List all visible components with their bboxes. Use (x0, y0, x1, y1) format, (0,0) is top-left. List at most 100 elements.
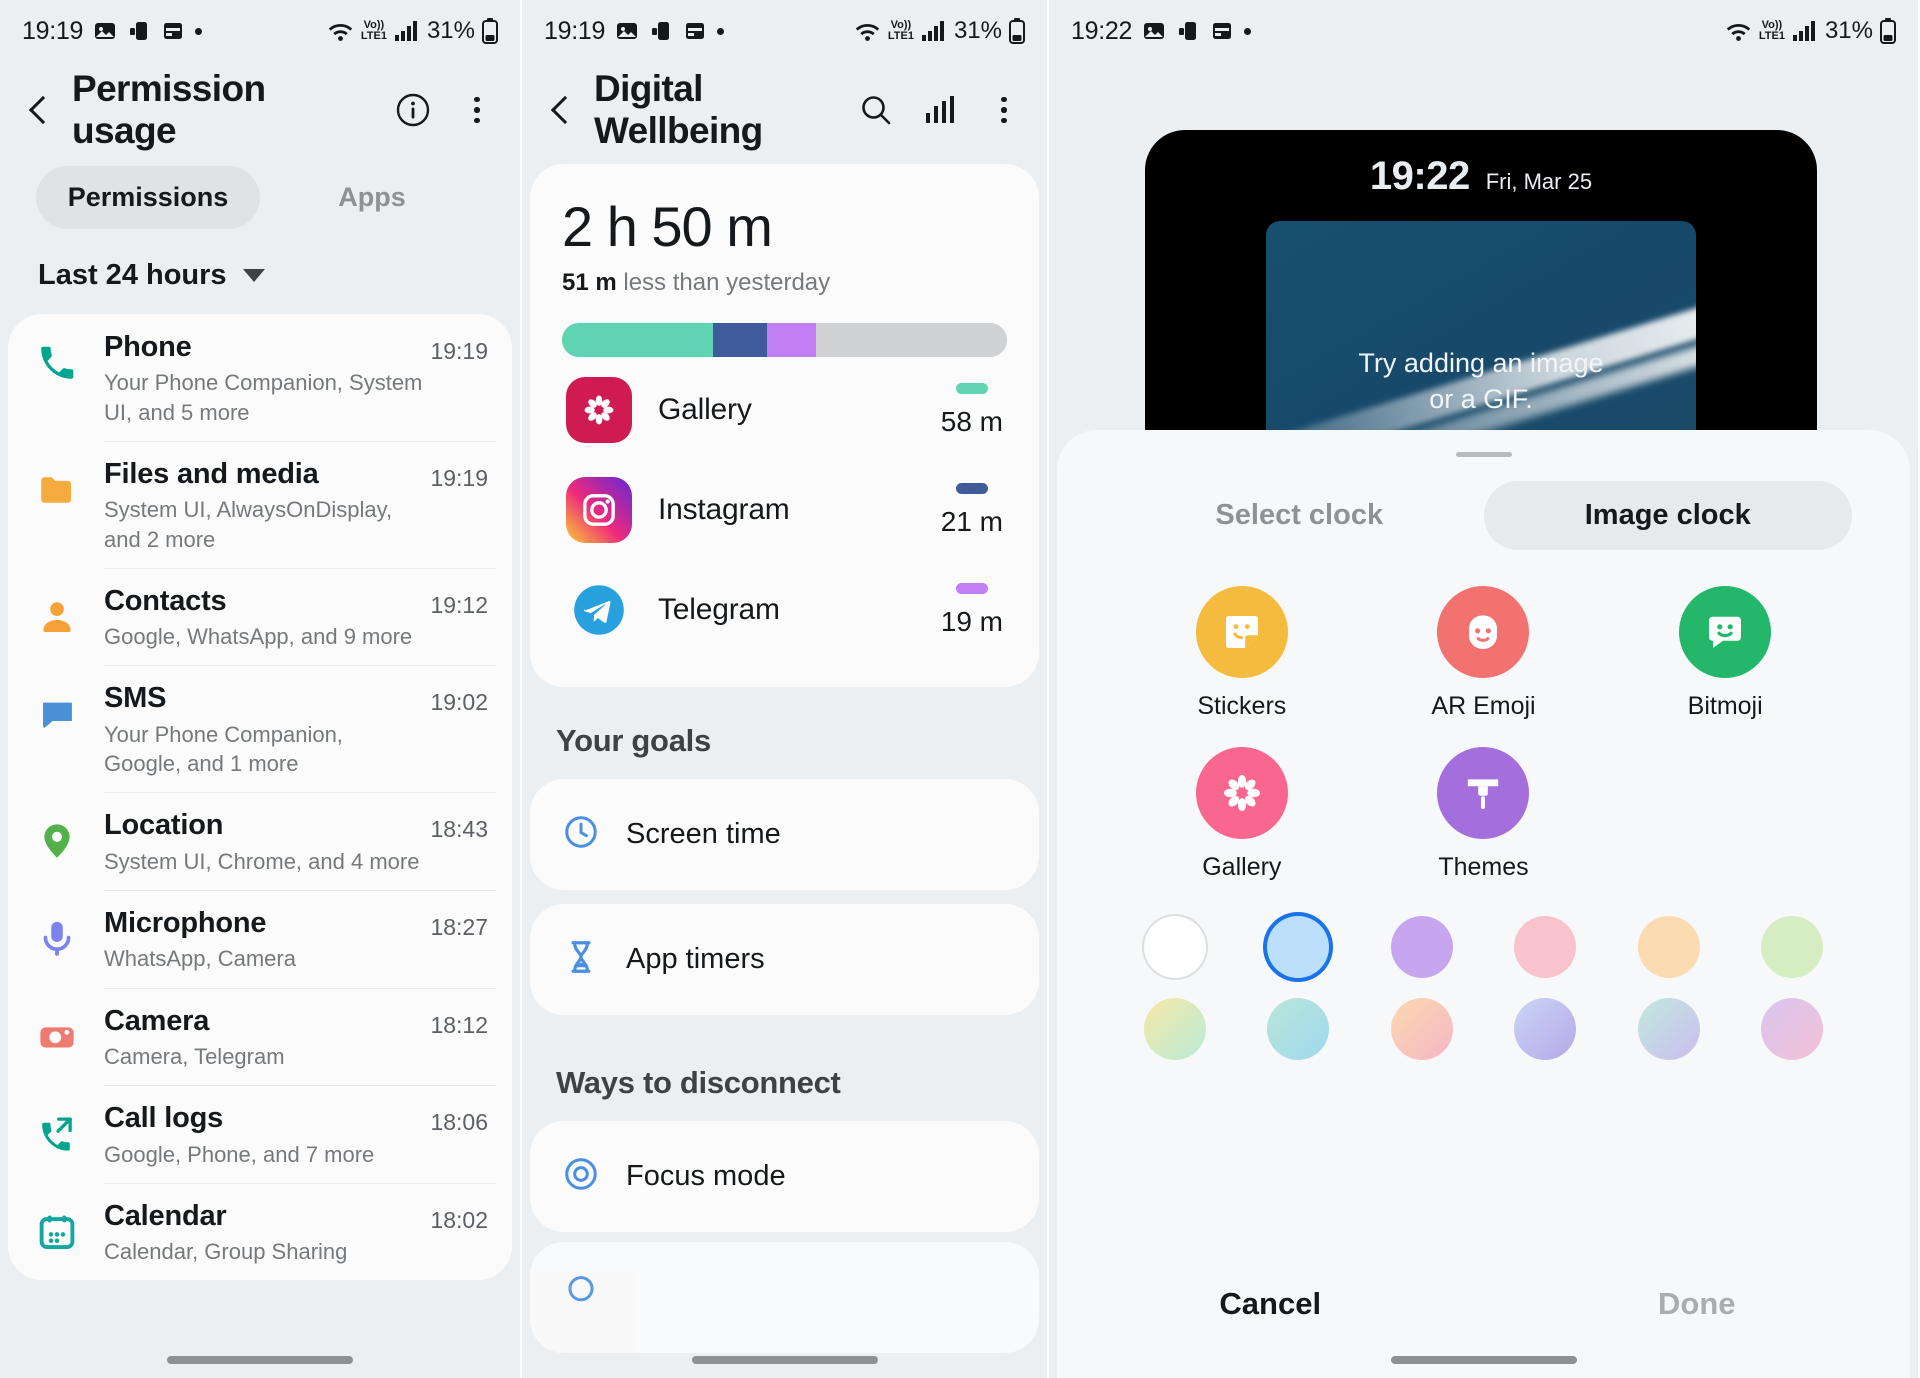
permission-time: 18:12 (430, 1011, 488, 1038)
sheet-drag-handle[interactable] (1455, 452, 1512, 457)
clock-icon (562, 813, 600, 856)
color-swatch[interactable] (1143, 998, 1206, 1060)
table-row[interactable]: Location System UI, Chrome, and 4 more 1… (8, 792, 512, 890)
battery-percent: 31% (953, 17, 1002, 44)
app-color-pill (955, 482, 988, 494)
tab-apps[interactable]: Apps (260, 166, 484, 229)
themes-brush-icon (1437, 747, 1530, 839)
message-bubble-icon (36, 681, 104, 735)
permission-apps: System UI, AlwaysOnDisplay, and 2 more (104, 497, 393, 552)
permission-apps: Calendar, Group Sharing (104, 1239, 348, 1265)
phone-link-notification-icon (1176, 19, 1200, 43)
list-item[interactable]: Instagram 21 m (562, 457, 1007, 557)
color-swatch[interactable] (1514, 998, 1577, 1060)
goal-item-app-timers[interactable]: App timers (530, 904, 1039, 1015)
goal-item-screen-time[interactable]: Screen time (530, 779, 1039, 890)
sheet-action-buttons: Cancel Done (1057, 1286, 1910, 1322)
color-swatch-selected[interactable] (1267, 916, 1330, 978)
list-item[interactable]: Telegram 19 m (562, 557, 1007, 657)
usage-segment-telegram (766, 323, 816, 357)
search-icon[interactable] (857, 91, 895, 129)
home-indicator-3[interactable] (1049, 1356, 1918, 1364)
option-label: Stickers (1197, 692, 1287, 720)
tab-image-clock[interactable]: Image clock (1483, 481, 1852, 550)
table-row[interactable]: Microphone WhatsApp, Camera 18:27 (8, 889, 512, 988)
permission-apps: System UI, Chrome, and 4 more (104, 848, 420, 874)
tab-select-clock[interactable]: Select clock (1115, 481, 1484, 550)
color-swatch[interactable] (1143, 916, 1206, 978)
permission-name: Camera (104, 1004, 210, 1037)
color-swatch[interactable] (1761, 998, 1824, 1060)
color-swatch[interactable] (1267, 998, 1330, 1060)
table-row[interactable]: Files and media System UI, AlwaysOnDispl… (8, 440, 512, 568)
table-row[interactable]: Contacts Google, WhatsApp, and 9 more 19… (8, 567, 512, 666)
disconnect-item-focus-mode[interactable]: Focus mode (530, 1121, 1039, 1232)
page-title: Permission usage (72, 68, 266, 151)
status-bar-1: 19:19 Vo)) LTE1 31% (0, 0, 520, 62)
panel-permission-usage: 19:19 Vo)) LTE1 31% Permission usage Per… (0, 0, 520, 1378)
permission-time: 19:02 (430, 689, 488, 716)
app-duration: 58 m (940, 405, 1003, 437)
period-label: Last 24 hours (38, 259, 227, 291)
info-circle-icon[interactable] (394, 91, 432, 129)
status-time: 19:22 (1071, 16, 1133, 45)
call-log-icon (36, 1101, 104, 1155)
permission-apps: Google, Phone, and 7 more (104, 1141, 375, 1167)
table-row[interactable]: Camera Camera, Telegram 18:12 (8, 987, 512, 1086)
permission-name: Calendar (104, 1199, 227, 1232)
usage-segment-other (815, 323, 1007, 357)
color-swatch-grid (1057, 882, 1910, 1060)
permission-apps: Your Phone Companion, Google, and 1 more (104, 721, 343, 776)
permission-name: Files and media (104, 457, 319, 490)
color-swatch[interactable] (1390, 916, 1453, 978)
table-row[interactable]: Calendar Calendar, Group Sharing 18:02 (8, 1182, 512, 1281)
option-bitmoji[interactable]: Bitmoji (1604, 586, 1846, 721)
back-button[interactable] (24, 95, 54, 125)
permission-time: 19:12 (430, 591, 488, 618)
app-name: Gallery (658, 393, 752, 426)
option-gallery[interactable]: Gallery (1121, 747, 1363, 882)
tab-permissions[interactable]: Permissions (36, 166, 260, 229)
permission-list: Phone Your Phone Companion, System UI, a… (8, 314, 512, 1281)
option-stickers[interactable]: Stickers (1121, 586, 1363, 721)
color-swatch[interactable] (1514, 916, 1577, 978)
more-options-button[interactable] (458, 91, 496, 129)
battery-icon (1009, 18, 1025, 44)
back-button[interactable] (546, 95, 576, 125)
list-item[interactable]: Gallery 58 m (562, 357, 1007, 457)
permission-name: Location (104, 809, 224, 842)
digital-wellbeing-header: Digital Wellbeing (522, 62, 1047, 158)
option-ar-emoji[interactable]: AR Emoji (1363, 586, 1605, 721)
color-swatch[interactable] (1390, 998, 1453, 1060)
image-notification-icon (93, 19, 117, 43)
home-indicator-1[interactable] (0, 1356, 520, 1364)
status-bar-2: 19:19 Vo)) LTE1 31% (522, 0, 1047, 62)
permission-name: Contacts (104, 584, 227, 617)
section-title-ways-to-disconnect: Ways to disconnect (556, 1065, 841, 1100)
status-dot-icon (195, 27, 203, 35)
table-row[interactable]: Call logs Google, Phone, and 7 more 18:0… (8, 1085, 512, 1183)
permission-apps: Your Phone Companion, System UI, and 5 m… (104, 370, 423, 425)
color-swatch[interactable] (1637, 998, 1700, 1060)
table-row[interactable]: Phone Your Phone Companion, System UI, a… (8, 314, 512, 441)
period-selector[interactable]: Last 24 hours (0, 229, 520, 314)
color-swatch[interactable] (1761, 916, 1824, 978)
option-themes[interactable]: Themes (1363, 747, 1605, 882)
permission-apps: Camera, Telegram (104, 1043, 285, 1069)
app-name: Telegram (658, 593, 780, 626)
delta-text: less than yesterday (616, 269, 831, 296)
done-button[interactable]: Done (1484, 1286, 1911, 1322)
preview-clock-date: Fri, Mar 25 (1485, 169, 1593, 194)
bar-chart-icon[interactable] (921, 91, 959, 129)
signal-bars-icon (394, 20, 420, 42)
bitmoji-icon (1679, 586, 1772, 678)
permission-time: 19:19 (430, 338, 488, 364)
usage-segment-instagram (713, 323, 767, 357)
home-indicator-2[interactable] (522, 1356, 1047, 1364)
disconnect-item-partial[interactable] (530, 1242, 1039, 1353)
cancel-button[interactable]: Cancel (1057, 1286, 1484, 1322)
table-row[interactable]: SMS Your Phone Companion, Google, and 1 … (8, 665, 512, 792)
more-options-button[interactable] (985, 91, 1023, 129)
ar-emoji-icon (1437, 586, 1530, 678)
color-swatch[interactable] (1637, 916, 1700, 978)
